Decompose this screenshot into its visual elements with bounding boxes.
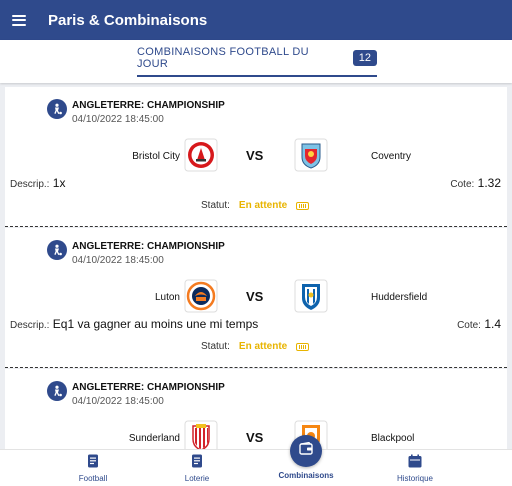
football-player-icon (47, 381, 67, 401)
app-title: Paris & Combinaisons (48, 11, 208, 29)
match-datetime: 04/10/2022 18:45:00 (72, 255, 164, 266)
nav-historique[interactable]: Historique (370, 450, 460, 486)
combinaisons-fab[interactable] (290, 435, 322, 467)
tab-count-badge: 12 (352, 49, 377, 66)
versus-label: VS (246, 430, 264, 445)
football-player-icon (47, 99, 67, 119)
nav-football[interactable]: Football (48, 450, 138, 486)
away-team-name: Huddersfield (371, 292, 428, 303)
league-name: ANGLETERRE: CHAMPIONSHIP (72, 382, 225, 393)
home-team-name: Sunderland (128, 433, 180, 444)
match-card[interactable]: ANGLETERRE: CHAMPIONSHIP 04/10/2022 18:4… (5, 87, 507, 227)
app-bar: Paris & Combinaisons (0, 0, 512, 40)
statut-label: Statut: (201, 200, 230, 211)
match-datetime: 04/10/2022 18:45:00 (72, 396, 164, 407)
calendar-icon (408, 454, 422, 473)
bristol-city-logo (184, 138, 218, 172)
away-team-name: Blackpool (371, 433, 415, 444)
cote-value: 1.32 (477, 176, 501, 190)
wallet-icon (299, 441, 313, 460)
nav-loterie[interactable]: Loterie (152, 450, 242, 486)
league-name: ANGLETERRE: CHAMPIONSHIP (72, 241, 225, 252)
home-team-name: Luton (154, 292, 180, 303)
statut-label: Statut: (201, 341, 230, 352)
match-card[interactable]: ANGLETERRE: CHAMPIONSHIP 04/10/2022 18:4… (5, 228, 507, 368)
nav-label: Football (78, 474, 108, 483)
wait-icon (296, 201, 310, 210)
descrip-label: Descrip.: (10, 179, 50, 190)
nav-label: Combinaisons (278, 471, 334, 480)
bet-odds: Cote: 1.32 (450, 176, 501, 190)
league-name: ANGLETERRE: CHAMPIONSHIP (72, 100, 225, 111)
versus-label: VS (246, 289, 264, 304)
match-list: ANGLETERRE: CHAMPIONSHIP 04/10/2022 18:4… (0, 83, 512, 449)
wait-icon (296, 342, 310, 351)
bet-status: Statut: En attente (201, 341, 310, 352)
cote-value: 1.4 (484, 317, 501, 331)
huddersfield-logo (294, 279, 328, 313)
document-icon (192, 454, 203, 473)
bet-odds: Cote: 1.4 (457, 317, 501, 331)
descrip-label: Descrip.: (10, 320, 50, 331)
nav-label: Loterie (184, 474, 210, 483)
cote-label: Cote: (450, 179, 475, 190)
descrip-value: Eq1 va gagner au moins une mi temps (52, 317, 259, 331)
bet-description: Descrip.: Eq1 va gagner au moins une mi … (10, 317, 258, 331)
nav-label: Historique (396, 474, 433, 483)
bottom-nav: Football Loterie Combinaisons Historique (0, 449, 512, 486)
away-team-name: Coventry (371, 151, 412, 162)
sunderland-logo (184, 420, 218, 449)
home-team-name: Bristol City (132, 151, 180, 162)
football-player-icon (47, 240, 67, 260)
bet-status: Statut: En attente (201, 200, 310, 211)
descrip-value: 1x (52, 176, 66, 190)
coventry-logo (294, 138, 328, 172)
versus-label: VS (246, 148, 264, 163)
bet-description: Descrip.: 1x (10, 176, 65, 190)
document-icon (88, 454, 99, 473)
cote-label: Cote: (457, 320, 481, 331)
statut-value: En attente (238, 341, 288, 352)
statut-value: En attente (238, 200, 288, 211)
menu-icon[interactable] (12, 14, 26, 26)
tab-label: COMBINAISONS FOOTBALL DU JOUR (137, 45, 309, 70)
luton-logo (184, 279, 218, 313)
tab-bar: COMBINAISONS FOOTBALL DU JOUR 12 (0, 40, 512, 83)
match-card[interactable]: ANGLETERRE: CHAMPIONSHIP 04/10/2022 18:4… (5, 369, 507, 449)
tab-combinaisons-du-jour[interactable]: COMBINAISONS FOOTBALL DU JOUR 12 (137, 40, 377, 77)
match-datetime: 04/10/2022 18:45:00 (72, 114, 164, 125)
